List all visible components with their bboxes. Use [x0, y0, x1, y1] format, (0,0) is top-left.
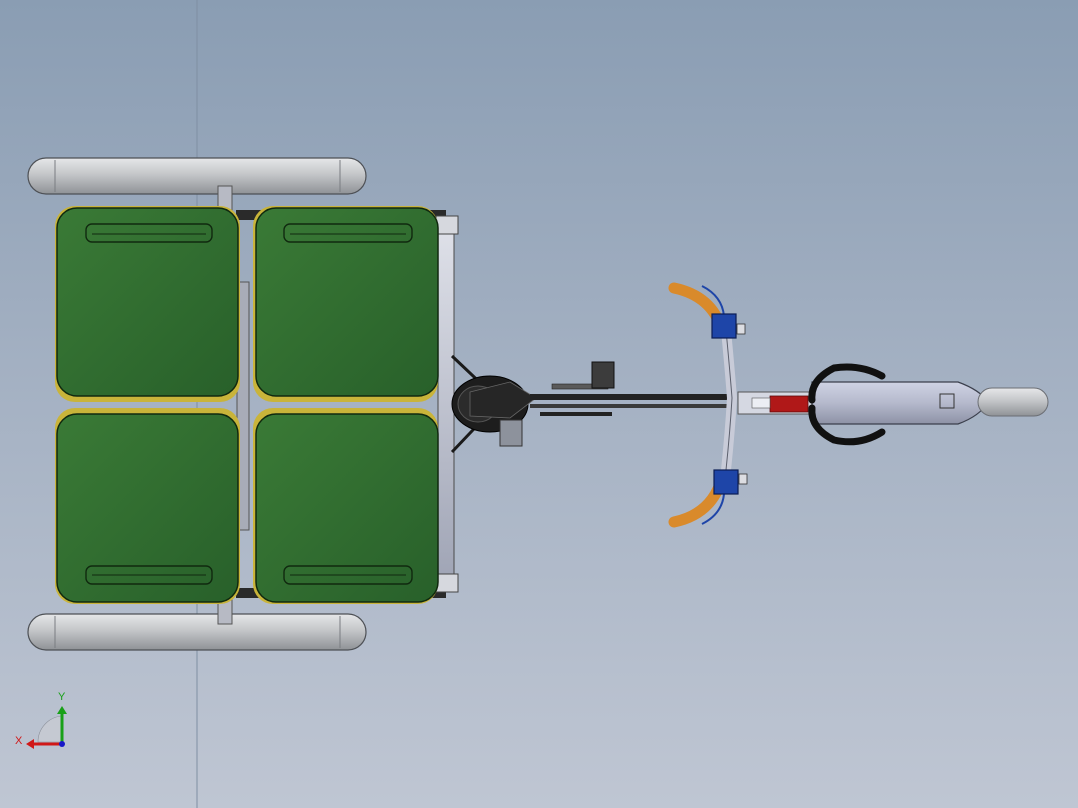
bin-bottom-left[interactable]: [55, 408, 240, 604]
stem[interactable]: [737, 391, 817, 415]
cad-model-scene[interactable]: X Y: [0, 0, 1078, 808]
pontoon-bottom[interactable]: [27, 613, 367, 651]
x-axis-label: X: [15, 735, 23, 747]
coordinate-triad: X Y: [15, 691, 67, 749]
drawbar[interactable]: [530, 361, 730, 416]
brake-lever-bottom[interactable]: [713, 469, 748, 495]
graphics-viewport[interactable]: X Y: [0, 0, 1078, 808]
front-tube[interactable]: [811, 381, 1049, 425]
pontoon-top[interactable]: [27, 157, 367, 195]
bin-bottom-right[interactable]: [253, 408, 439, 604]
brake-lever-top[interactable]: [711, 313, 746, 339]
y-axis-label: Y: [58, 691, 66, 703]
z-axis-dot: [59, 741, 65, 747]
bin-top-right[interactable]: [253, 206, 439, 402]
hitch-assembly[interactable]: [450, 354, 537, 454]
bin-top-left[interactable]: [55, 206, 240, 402]
